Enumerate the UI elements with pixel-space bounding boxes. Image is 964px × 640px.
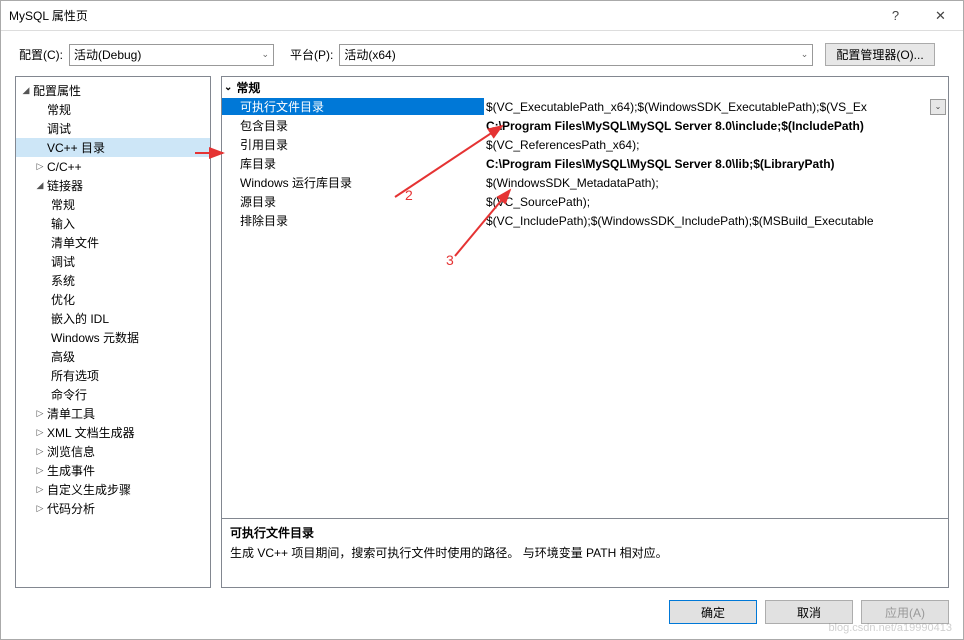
tree-item-vcpp-dirs[interactable]: VC++ 目录 [16,138,210,157]
grid-group-header[interactable]: ⌄ 常规 [222,77,948,97]
window-title-bar: MySQL 属性页 ? ✕ [1,1,963,31]
tree-item[interactable]: ▶常规 [16,100,210,119]
apply-button[interactable]: 应用(A) [861,600,949,624]
window-title: MySQL 属性页 [9,7,873,24]
watermark: blog.csdn.net/a19990413 [828,622,952,634]
ok-button[interactable]: 确定 [669,600,757,624]
cancel-button[interactable]: 取消 [765,600,853,624]
tree-item[interactable]: 系统 [16,271,210,290]
grid-row-library-dirs[interactable]: 库目录 C:\Program Files\MySQL\MySQL Server … [222,154,948,173]
tree-item[interactable]: 命令行 [16,385,210,404]
tree-item[interactable]: ▷清单工具 [16,404,210,423]
tree-item[interactable]: ▷自定义生成步骤 [16,480,210,499]
help-button[interactable]: ? [873,1,918,31]
tree-item[interactable]: 高级 [16,347,210,366]
property-grid[interactable]: ⌄ 常规 可执行文件目录 $(VC_ExecutablePath_x64);$(… [221,76,949,519]
description-text: 生成 VC++ 项目期间，搜索可执行文件时使用的路径。 与环境变量 PATH 相… [230,544,940,561]
tree-item[interactable]: 所有选项 [16,366,210,385]
config-value: 活动(Debug) [74,46,141,63]
dropdown-button[interactable]: ⌄ [930,99,946,115]
grid-row-reference-dirs[interactable]: 引用目录 $(VC_ReferencesPath_x64); [222,135,948,154]
platform-value: 活动(x64) [344,46,395,63]
chevron-down-icon: ⌄ [261,49,269,60]
property-tree[interactable]: ◢配置属性 ▶常规 ▶调试 VC++ 目录 ▷C/C++ ◢链接器 常规 输入 … [15,76,211,588]
tree-item[interactable]: 嵌入的 IDL [16,309,210,328]
grid-row-executable-dirs[interactable]: 可执行文件目录 $(VC_ExecutablePath_x64);$(Windo… [222,97,948,116]
platform-combobox[interactable]: 活动(x64) ⌄ [339,44,813,66]
tree-item[interactable]: 清单文件 [16,233,210,252]
tree-item-linker[interactable]: ◢链接器 [16,176,210,195]
dialog-button-row: 确定 取消 应用(A) [1,588,963,636]
tree-root[interactable]: ◢配置属性 [16,81,210,100]
config-toolbar: 配置(C): 活动(Debug) ⌄ 平台(P): 活动(x64) ⌄ 配置管理… [1,31,963,76]
grid-row-include-dirs[interactable]: 包含目录 C:\Program Files\MySQL\MySQL Server… [222,116,948,135]
grid-row-winrt-dirs[interactable]: Windows 运行库目录 $(WindowsSDK_MetadataPath)… [222,173,948,192]
config-label: 配置(C): [19,46,63,63]
platform-label: 平台(P): [290,46,333,63]
caret-down-icon: ⌄ [224,82,232,93]
tree-item[interactable]: 优化 [16,290,210,309]
tree-item[interactable]: ▷代码分析 [16,499,210,518]
description-title: 可执行文件目录 [230,524,940,541]
chevron-down-icon: ⌄ [801,49,809,60]
tree-item[interactable]: 常规 [16,195,210,214]
grid-row-source-dirs[interactable]: 源目录 $(VC_SourcePath); [222,192,948,211]
tree-item[interactable]: ▷生成事件 [16,461,210,480]
tree-item[interactable]: ▶调试 [16,119,210,138]
close-button[interactable]: ✕ [918,1,963,31]
tree-item[interactable]: ▷XML 文档生成器 [16,423,210,442]
tree-item[interactable]: 调试 [16,252,210,271]
config-manager-button[interactable]: 配置管理器(O)... [825,43,934,66]
tree-item[interactable]: 输入 [16,214,210,233]
tree-item[interactable]: Windows 元数据 [16,328,210,347]
description-panel: 可执行文件目录 生成 VC++ 项目期间，搜索可执行文件时使用的路径。 与环境变… [221,518,949,588]
grid-row-exclude-dirs[interactable]: 排除目录 $(VC_IncludePath);$(WindowsSDK_Incl… [222,211,948,230]
tree-item[interactable]: ▷C/C++ [16,157,210,176]
config-combobox[interactable]: 活动(Debug) ⌄ [69,44,274,66]
tree-item[interactable]: ▷浏览信息 [16,442,210,461]
